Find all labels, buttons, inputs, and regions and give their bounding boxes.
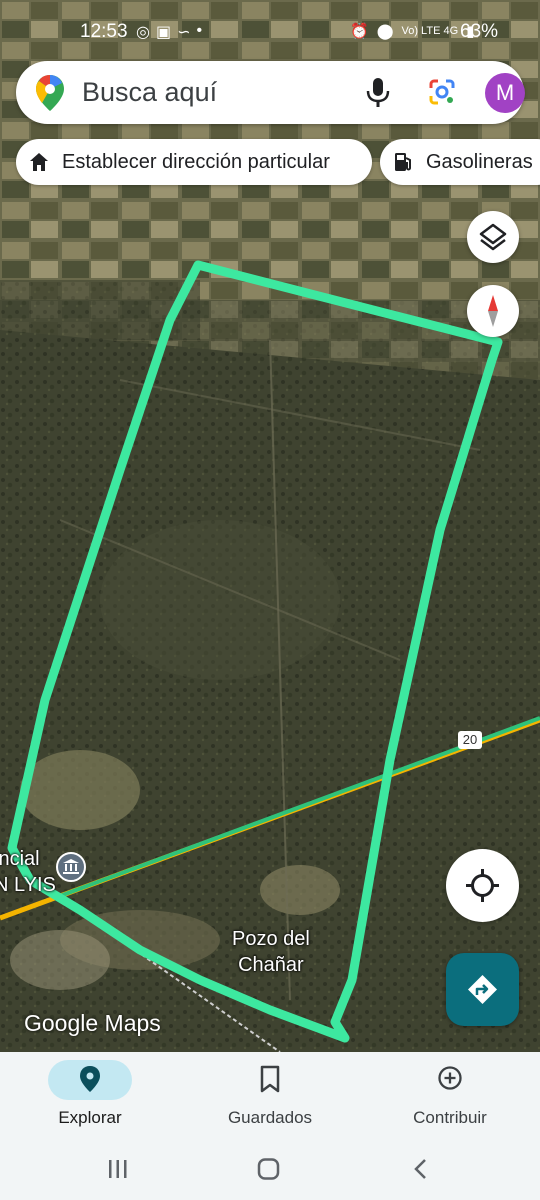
bookmark-icon xyxy=(260,1065,280,1093)
location-icon: ⬤ xyxy=(376,23,394,40)
battery-level: 63% xyxy=(460,21,499,42)
layers-icon xyxy=(479,223,507,251)
search-input[interactable]: Busca aquí xyxy=(82,77,217,108)
recent-apps-icon[interactable] xyxy=(106,1158,130,1180)
my-location-button[interactable] xyxy=(446,849,519,922)
nav-explore[interactable]: Explorar xyxy=(0,1052,180,1140)
nav-saved-label: Guardados xyxy=(227,1108,313,1127)
province-label[interactable]: incial N LYIS xyxy=(0,846,56,898)
add-circle-icon xyxy=(438,1066,462,1090)
compass-icon xyxy=(488,295,498,327)
set-home-label: Establecer dirección particular xyxy=(62,150,330,173)
status-bar: 12:53 ◎ ▣ ∽ • ⏰ ⬤ Vo) LTE 4G ▮ 63% xyxy=(0,18,540,48)
google-lens-icon[interactable] xyxy=(428,78,456,111)
nav-contribute-label: Contribuir xyxy=(413,1108,487,1127)
crosshair-icon xyxy=(466,869,499,902)
nav-explore-label: Explorar xyxy=(58,1108,122,1127)
gas-stations-chip[interactable]: Gasolineras xyxy=(380,139,540,185)
google-maps-watermark: Google Maps xyxy=(24,1010,161,1036)
nav-contribute[interactable]: Contribuir xyxy=(360,1052,540,1140)
gas-station-icon xyxy=(395,153,411,171)
tiktok-icon: ∽ xyxy=(177,24,191,41)
google-maps-logo-icon xyxy=(36,75,64,116)
system-navigation-bar xyxy=(0,1140,540,1200)
set-home-chip[interactable]: Establecer dirección particular xyxy=(16,139,372,185)
gas-stations-label: Gasolineras xyxy=(426,150,533,173)
alarm-icon: ⏰ xyxy=(350,23,369,40)
place-label-pozo-del-chanar[interactable]: Pozo del Chañar xyxy=(232,926,310,978)
network-indicator: Vo) LTE 4G xyxy=(401,25,459,37)
government-building-icon[interactable] xyxy=(56,852,86,882)
directions-icon xyxy=(468,975,497,1004)
account-avatar[interactable]: M xyxy=(485,73,525,113)
clock: 12:53 xyxy=(80,21,128,42)
dot-icon: • xyxy=(196,22,203,39)
location-pin-icon xyxy=(80,1066,100,1092)
home-icon xyxy=(30,153,48,171)
gallery-icon: ▣ xyxy=(155,24,172,41)
layers-button[interactable] xyxy=(467,211,519,263)
directions-button[interactable] xyxy=(446,953,519,1026)
whatsapp-icon: ◎ xyxy=(136,24,150,41)
compass-button[interactable] xyxy=(467,285,519,337)
back-icon[interactable] xyxy=(410,1158,432,1180)
home-button-icon[interactable] xyxy=(256,1158,282,1180)
system-icons: ⏰ ⬤ Vo) LTE 4G ▮ xyxy=(350,22,474,40)
search-bar[interactable]: Busca aquí M xyxy=(16,61,525,124)
bottom-navigation: Explorar Guardados Contribuir xyxy=(0,1052,540,1140)
microphone-icon[interactable] xyxy=(366,78,390,113)
nav-saved[interactable]: Guardados xyxy=(180,1052,360,1140)
notification-icons: ◎ ▣ ∽ • xyxy=(136,22,202,42)
route-shield: 20 xyxy=(458,731,482,749)
